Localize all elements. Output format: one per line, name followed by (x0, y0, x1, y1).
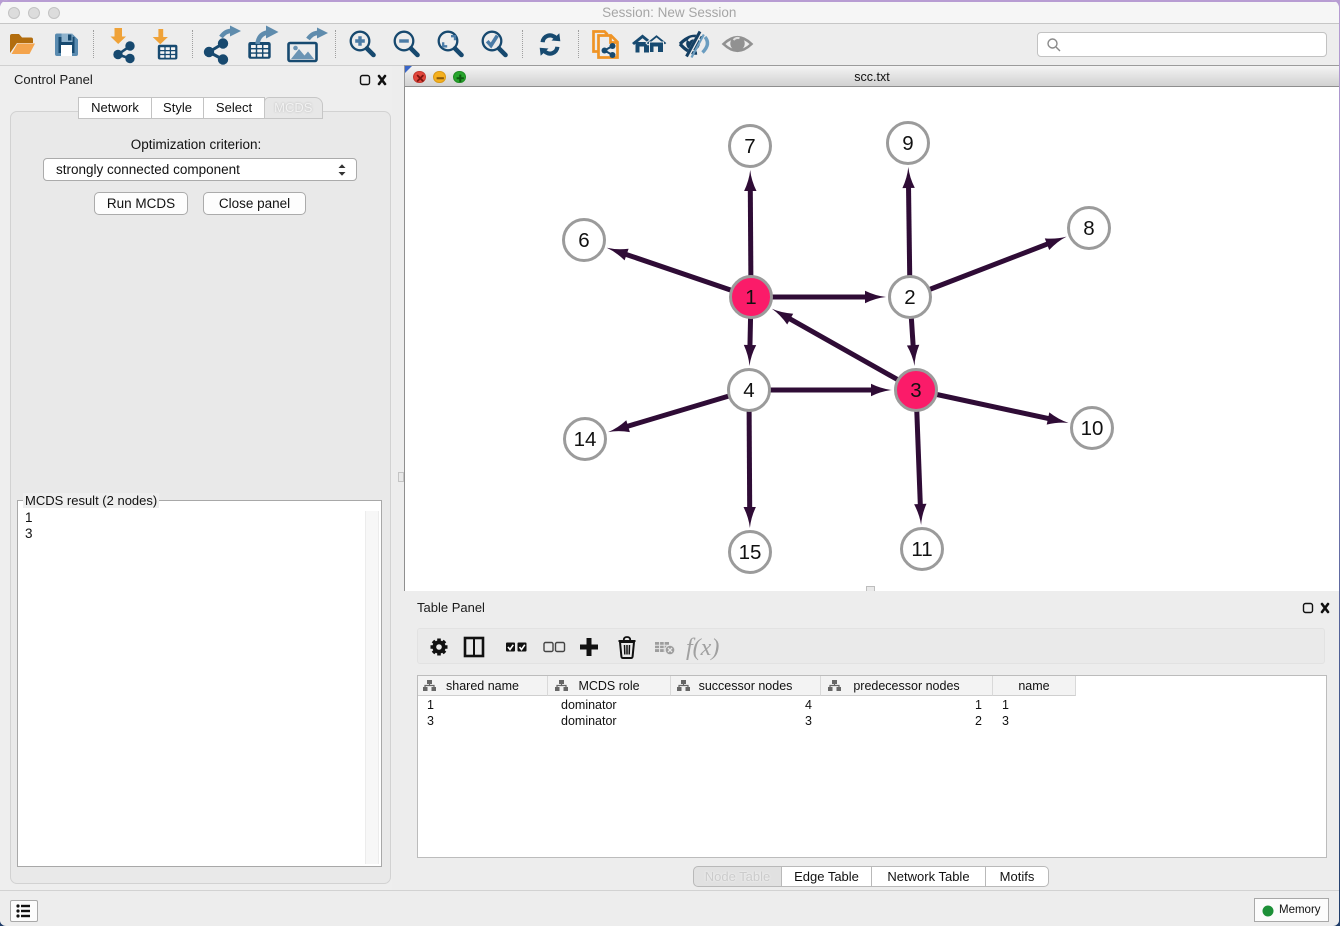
svg-text:f(x): f(x) (686, 635, 719, 661)
svg-text:6: 6 (578, 229, 589, 252)
svg-text:9: 9 (902, 132, 913, 155)
svg-text:3: 3 (910, 379, 921, 402)
svg-text:1: 1 (745, 286, 756, 309)
svg-text:7: 7 (744, 135, 755, 158)
svg-text:8: 8 (1083, 217, 1094, 240)
svg-text:11: 11 (911, 538, 932, 561)
svg-text:2: 2 (904, 286, 915, 309)
svg-text:4: 4 (743, 379, 754, 402)
svg-text:14: 14 (574, 428, 597, 451)
svg-text:10: 10 (1081, 417, 1104, 440)
svg-text:15: 15 (739, 541, 762, 564)
